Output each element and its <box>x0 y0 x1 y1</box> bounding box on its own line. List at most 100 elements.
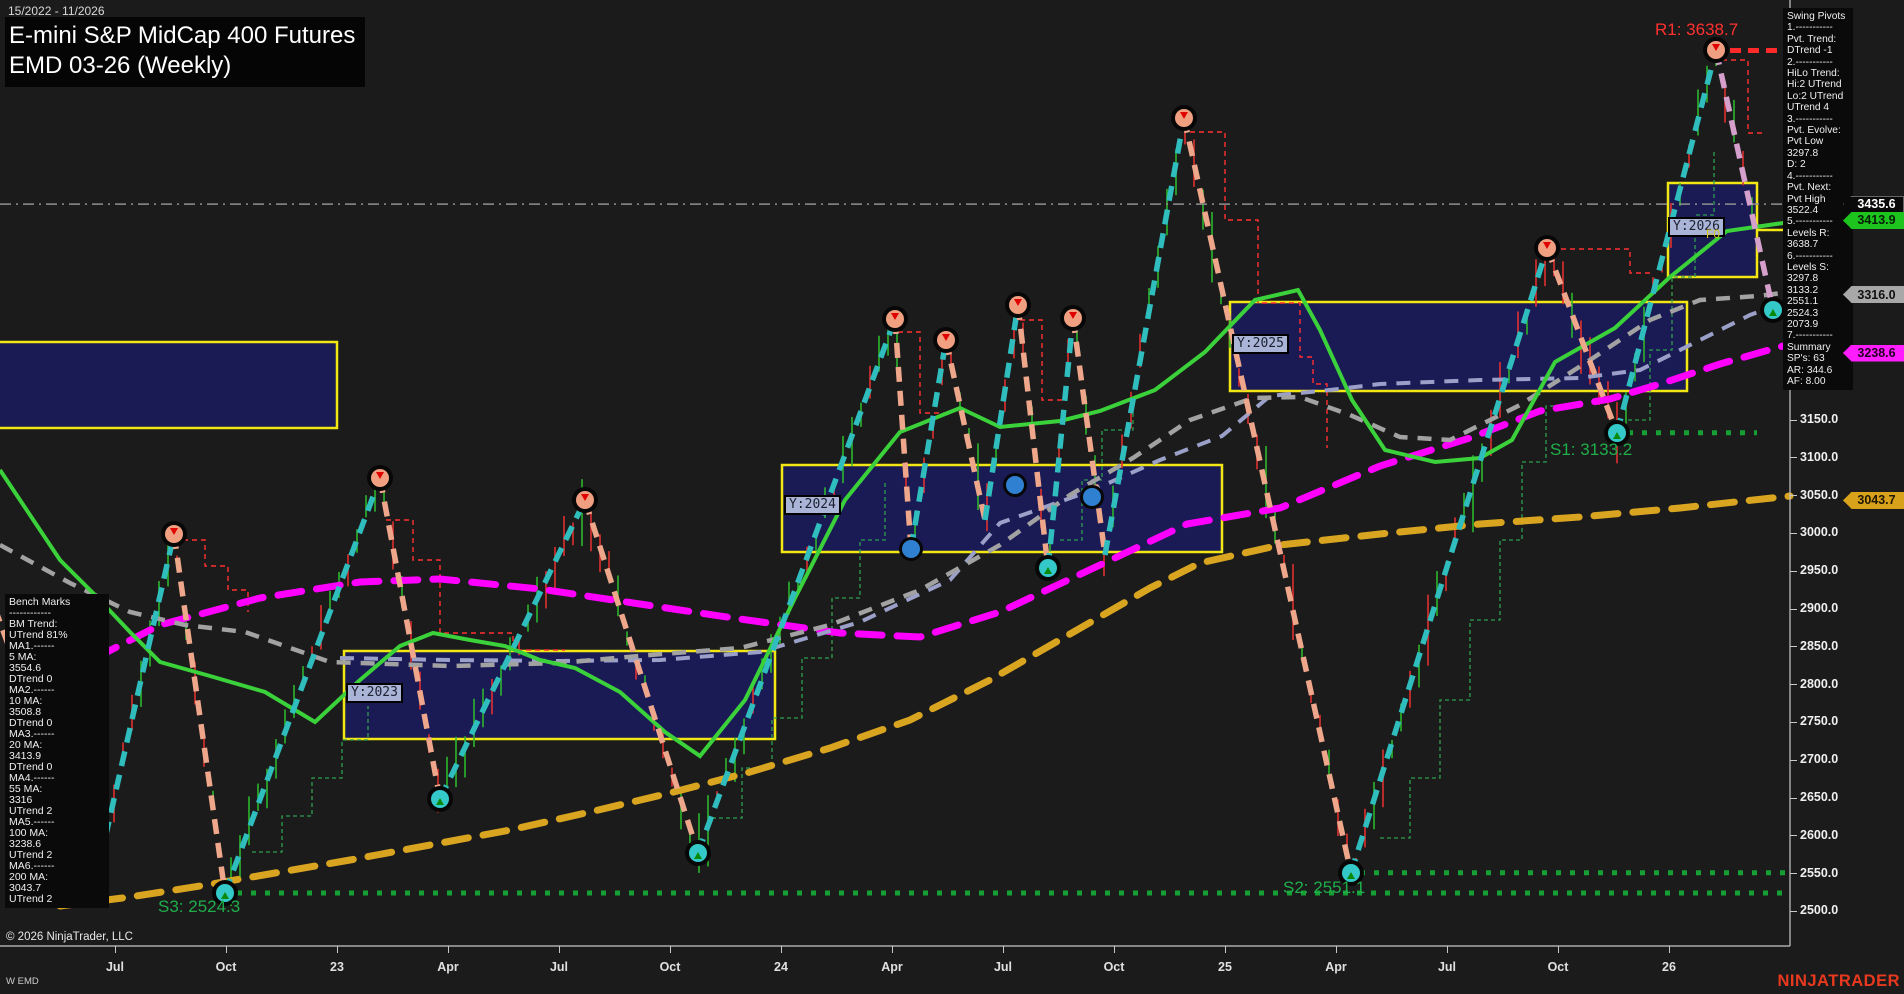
instrument-title-line2: EMD 03-26 (Weekly) <box>9 51 355 81</box>
time-axis-label: Jul <box>550 960 568 974</box>
price-axis-tick <box>1790 495 1797 496</box>
price-axis-tick <box>1790 609 1797 610</box>
time-axis-label: 24 <box>774 960 788 974</box>
price-axis-tick <box>1790 646 1797 647</box>
swing-high-marker <box>882 306 908 332</box>
green-stop-step-line <box>1380 406 1568 838</box>
price-axis-tick <box>1790 420 1797 421</box>
swing-pivots-line: 3522.4 <box>1787 205 1849 216</box>
swing-pivots-line: Pvt Low <box>1787 136 1849 147</box>
s3-label: S3: 2524.3 <box>158 897 240 917</box>
year-box-label: Y:2024 <box>784 495 841 515</box>
swing-up-leg <box>698 319 895 853</box>
price-axis-tick <box>1790 835 1797 836</box>
swing-pivots-line: 1.----------- <box>1787 22 1849 33</box>
swing-pivots-line: Levels S: <box>1787 262 1849 273</box>
time-axis-tick <box>448 946 449 953</box>
time-axis-label: 23 <box>330 960 344 974</box>
f0-label: F0 <box>1706 227 1720 241</box>
time-axis-tick <box>1669 946 1670 953</box>
year-box-label: Y:2023 <box>346 683 403 703</box>
swing-pivots-line: 6.----------- <box>1787 251 1849 262</box>
price-axis-label: 2650.0 <box>1800 790 1838 804</box>
swing-pivots-line: Pvt. Next: <box>1787 182 1849 193</box>
time-axis-label: 26 <box>1662 960 1676 974</box>
swing-down-leg <box>174 534 225 893</box>
time-axis-label: Oct <box>1104 960 1125 974</box>
year-box <box>1230 302 1687 391</box>
swing-pivots-line: Pvt High <box>1787 194 1849 205</box>
swing-pivots-line: AF: 8.00 <box>1787 376 1849 387</box>
ma200-line <box>60 496 1790 906</box>
time-axis-tick <box>559 946 560 953</box>
time-axis-label: Jul <box>1438 960 1456 974</box>
pivot-blue-dot <box>1080 485 1104 509</box>
swing-pivots-line: DTrend -1 <box>1787 45 1849 56</box>
swing-pivots-line: 7.----------- <box>1787 330 1849 341</box>
swing-pivots-line: Pvt. Trend: <box>1787 34 1849 45</box>
time-axis-tick <box>226 946 227 953</box>
price-axis-tick <box>1790 760 1797 761</box>
time-axis-tick <box>892 946 893 953</box>
price-axis-label: 2750.0 <box>1800 714 1838 728</box>
price-axis-label: 3050.0 <box>1800 488 1838 502</box>
swing-low-marker <box>685 840 711 866</box>
swing-high-marker <box>933 327 959 353</box>
chart-canvas[interactable] <box>0 0 1904 994</box>
bench-marks-line: UTrend 2 <box>9 894 105 905</box>
price-axis-tick <box>1790 911 1797 912</box>
swing-pivots-line: 4.----------- <box>1787 171 1849 182</box>
red-stop-step-line <box>1552 249 1650 273</box>
price-tag-55-MA: 3316.0 <box>1843 286 1904 303</box>
price-axis-tick <box>1790 873 1797 874</box>
time-axis-tick <box>781 946 782 953</box>
price-axis-label: 3150.0 <box>1800 412 1838 426</box>
r1-label: R1: 3638.7 <box>1655 20 1738 40</box>
swing-pivots-line: Lo:2 UTrend <box>1787 91 1849 102</box>
time-axis-label: Jul <box>106 960 124 974</box>
time-axis-label: Apr <box>1325 960 1347 974</box>
time-axis-label: Oct <box>660 960 681 974</box>
s2-label: S2: 2551.1 <box>1283 878 1365 898</box>
pivot-blue-dot <box>1003 473 1027 497</box>
price-axis-label: 2800.0 <box>1800 677 1838 691</box>
swing-high-marker <box>572 487 598 513</box>
swing-pivots-line: 2551.1 <box>1787 296 1849 307</box>
swing-low-marker <box>427 786 453 812</box>
swing-high-marker <box>367 465 393 491</box>
price-axis-label: 2600.0 <box>1800 828 1838 842</box>
price-axis-label: 2500.0 <box>1800 903 1838 917</box>
swing-pivots-line: 3133.2 <box>1787 285 1849 296</box>
time-axis-tick <box>670 946 671 953</box>
time-axis-tick <box>1336 946 1337 953</box>
price-axis-label: 2900.0 <box>1800 601 1838 615</box>
price-tag-100-MA: 3238.6 <box>1843 345 1904 362</box>
swing-pivots-panel: Swing Pivots1.-----------Pvt. Trend:DTre… <box>1783 8 1853 390</box>
swing-high-marker <box>1703 37 1729 63</box>
swing-pivots-line: 3.----------- <box>1787 114 1849 125</box>
price-tag-200-MA: 3043.7 <box>1843 492 1904 509</box>
price-tag-last-close: 3435.6 <box>1843 196 1904 213</box>
swing-high-marker <box>1060 305 1086 331</box>
time-axis-tick <box>1447 946 1448 953</box>
time-axis-label: Apr <box>437 960 459 974</box>
instrument-title: E-mini S&P MidCap 400 Futures EMD 03-26 … <box>5 17 365 87</box>
price-axis-label: 2700.0 <box>1800 752 1838 766</box>
price-axis-label: 3100.0 <box>1800 450 1838 464</box>
price-axis-label: 2550.0 <box>1800 866 1838 880</box>
time-axis-label: Jul <box>994 960 1012 974</box>
price-axis-label: 2950.0 <box>1800 563 1838 577</box>
ninjatrader-logo: NINJATRADER <box>1777 972 1900 991</box>
red-stop-step-line <box>174 540 248 612</box>
swing-pivots-line: HiLo Trend: <box>1787 68 1849 79</box>
time-axis-tick <box>1114 946 1115 953</box>
time-axis-label: Apr <box>881 960 903 974</box>
swing-high-marker <box>1534 235 1560 261</box>
swing-pivots-line: Summary <box>1787 342 1849 353</box>
year-box-label: Y:2025 <box>1232 334 1289 354</box>
time-axis-tick <box>1225 946 1226 953</box>
swing-high-marker <box>1171 105 1197 131</box>
swing-pivots-line: 5.----------- <box>1787 216 1849 227</box>
red-stop-step-line <box>1722 60 1762 133</box>
bench-marks-panel: Bench Marks------------BM Trend:UTrend 8… <box>5 594 109 908</box>
